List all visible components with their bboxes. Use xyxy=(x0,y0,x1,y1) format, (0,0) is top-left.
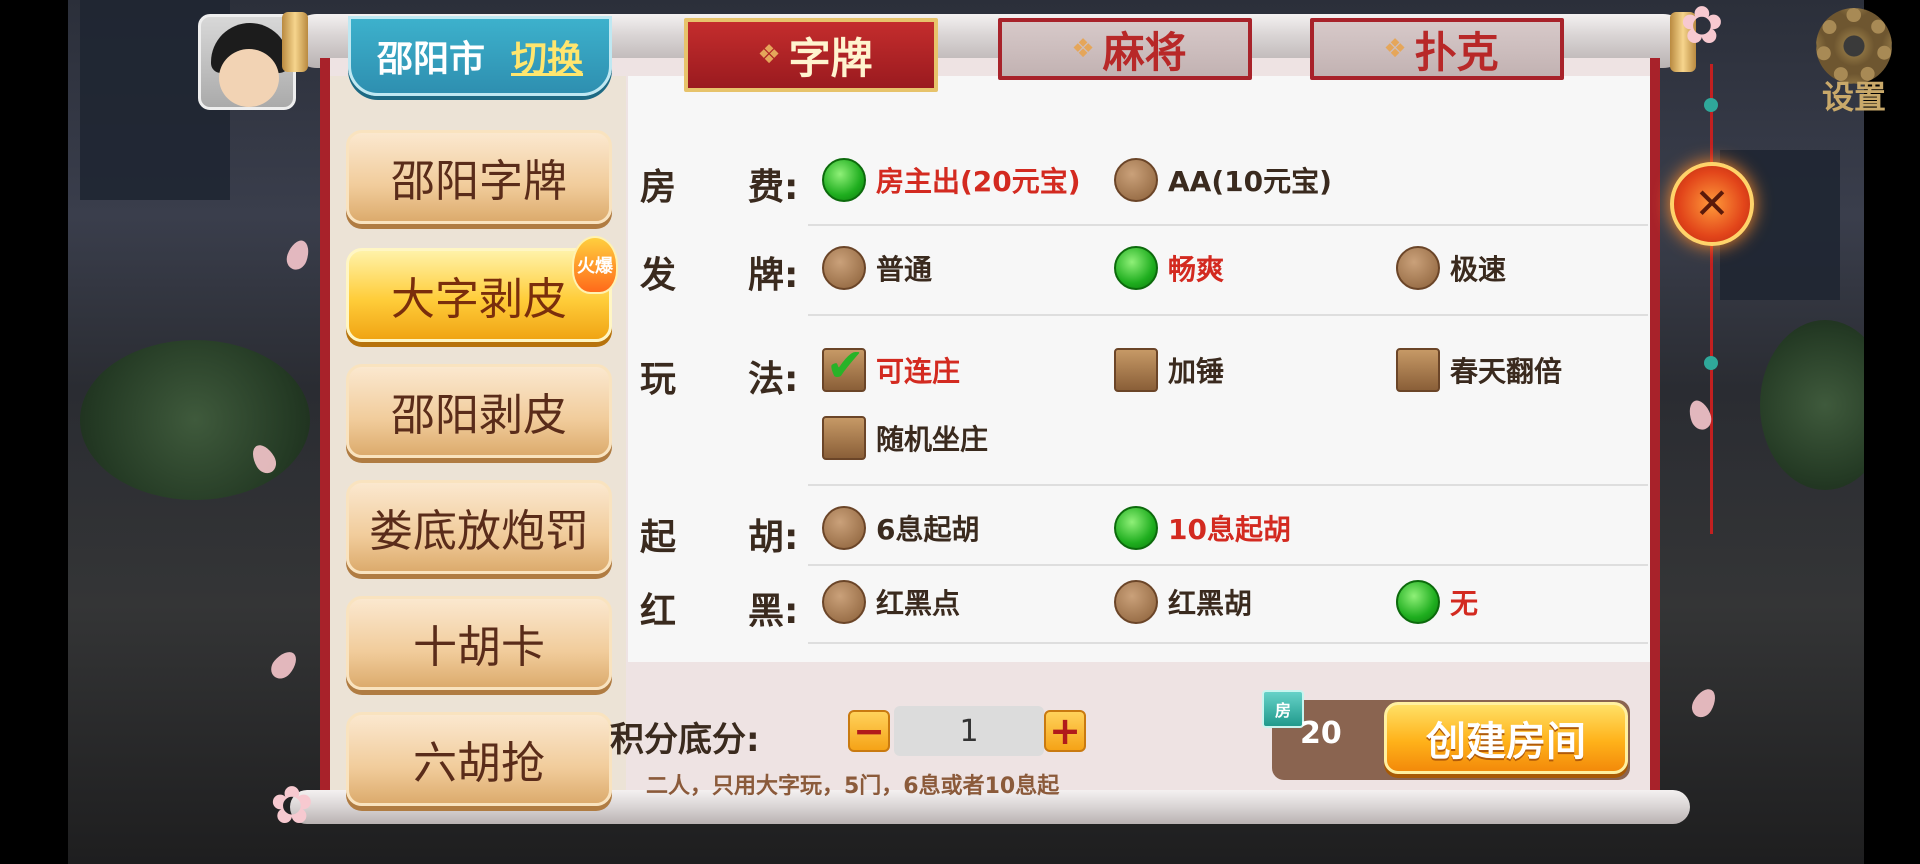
tab-majiang[interactable]: ❖ 麻将 xyxy=(998,18,1252,80)
score-increase-button[interactable]: + xyxy=(1044,709,1086,753)
radio-icon xyxy=(1114,158,1158,202)
option-text: 无 xyxy=(1450,587,1479,620)
create-room-button[interactable]: 创建房间 xyxy=(1384,702,1628,774)
radio-icon xyxy=(1396,580,1440,624)
option-redblack-none[interactable]: 无 xyxy=(1396,580,1478,624)
option-start-hu-10[interactable]: 10息起胡 xyxy=(1114,506,1291,550)
room-card-icon: 房 xyxy=(1262,690,1304,728)
close-button[interactable]: ✕ xyxy=(1670,162,1754,246)
city-name: 邵阳市 xyxy=(376,39,485,80)
game-button-shaoyang-bopi[interactable]: 邵阳剥皮 xyxy=(346,364,612,458)
option-text: 加锤 xyxy=(1168,355,1225,388)
game-button-shaoyang-zipai[interactable]: 邵阳字牌 xyxy=(346,130,612,224)
option-text: 春天翻倍 xyxy=(1450,355,1563,388)
option-play-spring-double[interactable]: 春天翻倍 xyxy=(1396,348,1562,392)
radio-icon xyxy=(822,506,866,550)
rule-label-char: 胡: xyxy=(748,517,799,558)
rule-label-char: 黑: xyxy=(748,591,799,632)
option-text: 可连庄 xyxy=(876,355,961,388)
bead-decoration xyxy=(1704,356,1718,370)
rule-label-char: 发 xyxy=(640,255,677,296)
option-start-hu-6[interactable]: 6息起胡 xyxy=(822,506,979,550)
option-play-lianzhuang[interactable]: ✔ 可连庄 xyxy=(822,342,961,392)
tab-poker[interactable]: ❖ 扑克 xyxy=(1310,18,1564,80)
score-decrease-button[interactable]: − xyxy=(848,709,890,753)
settings-button[interactable]: 设置 xyxy=(1806,8,1902,116)
rule-label-char: 费: xyxy=(748,167,799,208)
option-text: 畅爽 xyxy=(1168,253,1225,286)
option-deal-smooth[interactable]: 畅爽 xyxy=(1114,246,1224,290)
ornament-icon: ❖ xyxy=(1071,34,1095,64)
option-text: 房主出(20元宝) xyxy=(876,165,1081,198)
tab-zipai[interactable]: ❖ 字牌 xyxy=(684,18,938,92)
game-description: 二人，只用大字玩，5门，6息或者10息起 xyxy=(646,774,1060,799)
radio-icon xyxy=(1396,246,1440,290)
base-score-value: 1 xyxy=(894,706,1044,756)
row-divider xyxy=(808,564,1648,566)
game-button-shihuka[interactable]: 十胡卡 xyxy=(346,596,612,690)
option-text: 极速 xyxy=(1450,253,1507,286)
option-room-fee-owner[interactable]: 房主出(20元宝) xyxy=(822,158,1081,202)
ornament-icon: ❖ xyxy=(1383,34,1407,64)
row-divider xyxy=(808,642,1648,644)
option-text: 10息起胡 xyxy=(1168,513,1291,546)
option-room-fee-aa[interactable]: AA(10元宝) xyxy=(1114,158,1332,202)
option-text: 随机坐庄 xyxy=(876,423,989,456)
tab-label: 字牌 xyxy=(788,33,873,83)
option-text: 6息起胡 xyxy=(876,513,980,546)
avatar-face xyxy=(219,49,279,107)
scroll-cap-left xyxy=(282,12,308,72)
checkbox-icon xyxy=(1396,348,1440,392)
close-icon: ✕ xyxy=(1694,179,1730,228)
radio-icon xyxy=(822,158,866,202)
game-button-loudi-fangpaofa[interactable]: 娄底放炮罚 xyxy=(346,480,612,574)
rule-label-char: 起 xyxy=(640,517,677,558)
option-text: AA(10元宝) xyxy=(1168,165,1332,198)
radio-icon xyxy=(1114,506,1158,550)
hanging-string xyxy=(1710,64,1713,534)
option-redblack-hu[interactable]: 红黑胡 xyxy=(1114,580,1252,624)
option-deal-fast[interactable]: 极速 xyxy=(1396,246,1506,290)
checkbox-icon xyxy=(822,416,866,460)
radio-icon xyxy=(1114,246,1158,290)
row-divider xyxy=(808,484,1648,486)
radio-icon xyxy=(1114,580,1158,624)
option-redblack-dot[interactable]: 红黑点 xyxy=(822,580,960,624)
row-divider xyxy=(808,224,1648,226)
option-text: 红黑胡 xyxy=(1168,587,1253,620)
radio-icon xyxy=(822,580,866,624)
rule-label-char: 房 xyxy=(640,167,677,208)
rule-label-char: 法: xyxy=(748,359,799,400)
checkbox-icon: ✔ xyxy=(822,342,866,392)
option-text: 红黑点 xyxy=(876,587,961,620)
tab-label: 麻将 xyxy=(1102,27,1187,77)
ornament-icon: ❖ xyxy=(757,40,781,70)
radio-icon xyxy=(822,246,866,290)
base-score-label: 积分底分: xyxy=(610,720,760,760)
row-divider xyxy=(808,314,1648,316)
game-button-liuhuqiang[interactable]: 六胡抢 xyxy=(346,712,612,806)
rule-label-char: 牌: xyxy=(748,255,799,296)
option-text: 普通 xyxy=(876,253,933,286)
hot-badge: 火爆 xyxy=(572,236,618,294)
tab-label: 扑克 xyxy=(1414,27,1499,77)
option-play-random-banker[interactable]: 随机坐庄 xyxy=(822,416,988,460)
checkbox-icon xyxy=(1114,348,1158,392)
background-bush xyxy=(80,340,310,500)
rule-label-char: 红 xyxy=(640,591,677,632)
checkmark-icon: ✔ xyxy=(826,338,865,392)
flower-decoration: ✿ xyxy=(270,776,314,836)
screen-edge-right xyxy=(1864,0,1920,864)
flower-decoration: ✿ xyxy=(1680,0,1724,56)
city-switch-link[interactable]: 切换 xyxy=(511,30,583,82)
option-deal-normal[interactable]: 普通 xyxy=(822,246,932,290)
rule-label-char: 玩 xyxy=(640,359,677,400)
room-cost: 20 xyxy=(1300,716,1342,751)
screen-edge-left xyxy=(0,0,68,864)
bead-decoration xyxy=(1704,98,1718,112)
option-play-jiachui[interactable]: 加锤 xyxy=(1114,348,1224,392)
city-badge: 邵阳市 切换 xyxy=(348,16,612,96)
settings-label: 设置 xyxy=(1821,78,1886,116)
